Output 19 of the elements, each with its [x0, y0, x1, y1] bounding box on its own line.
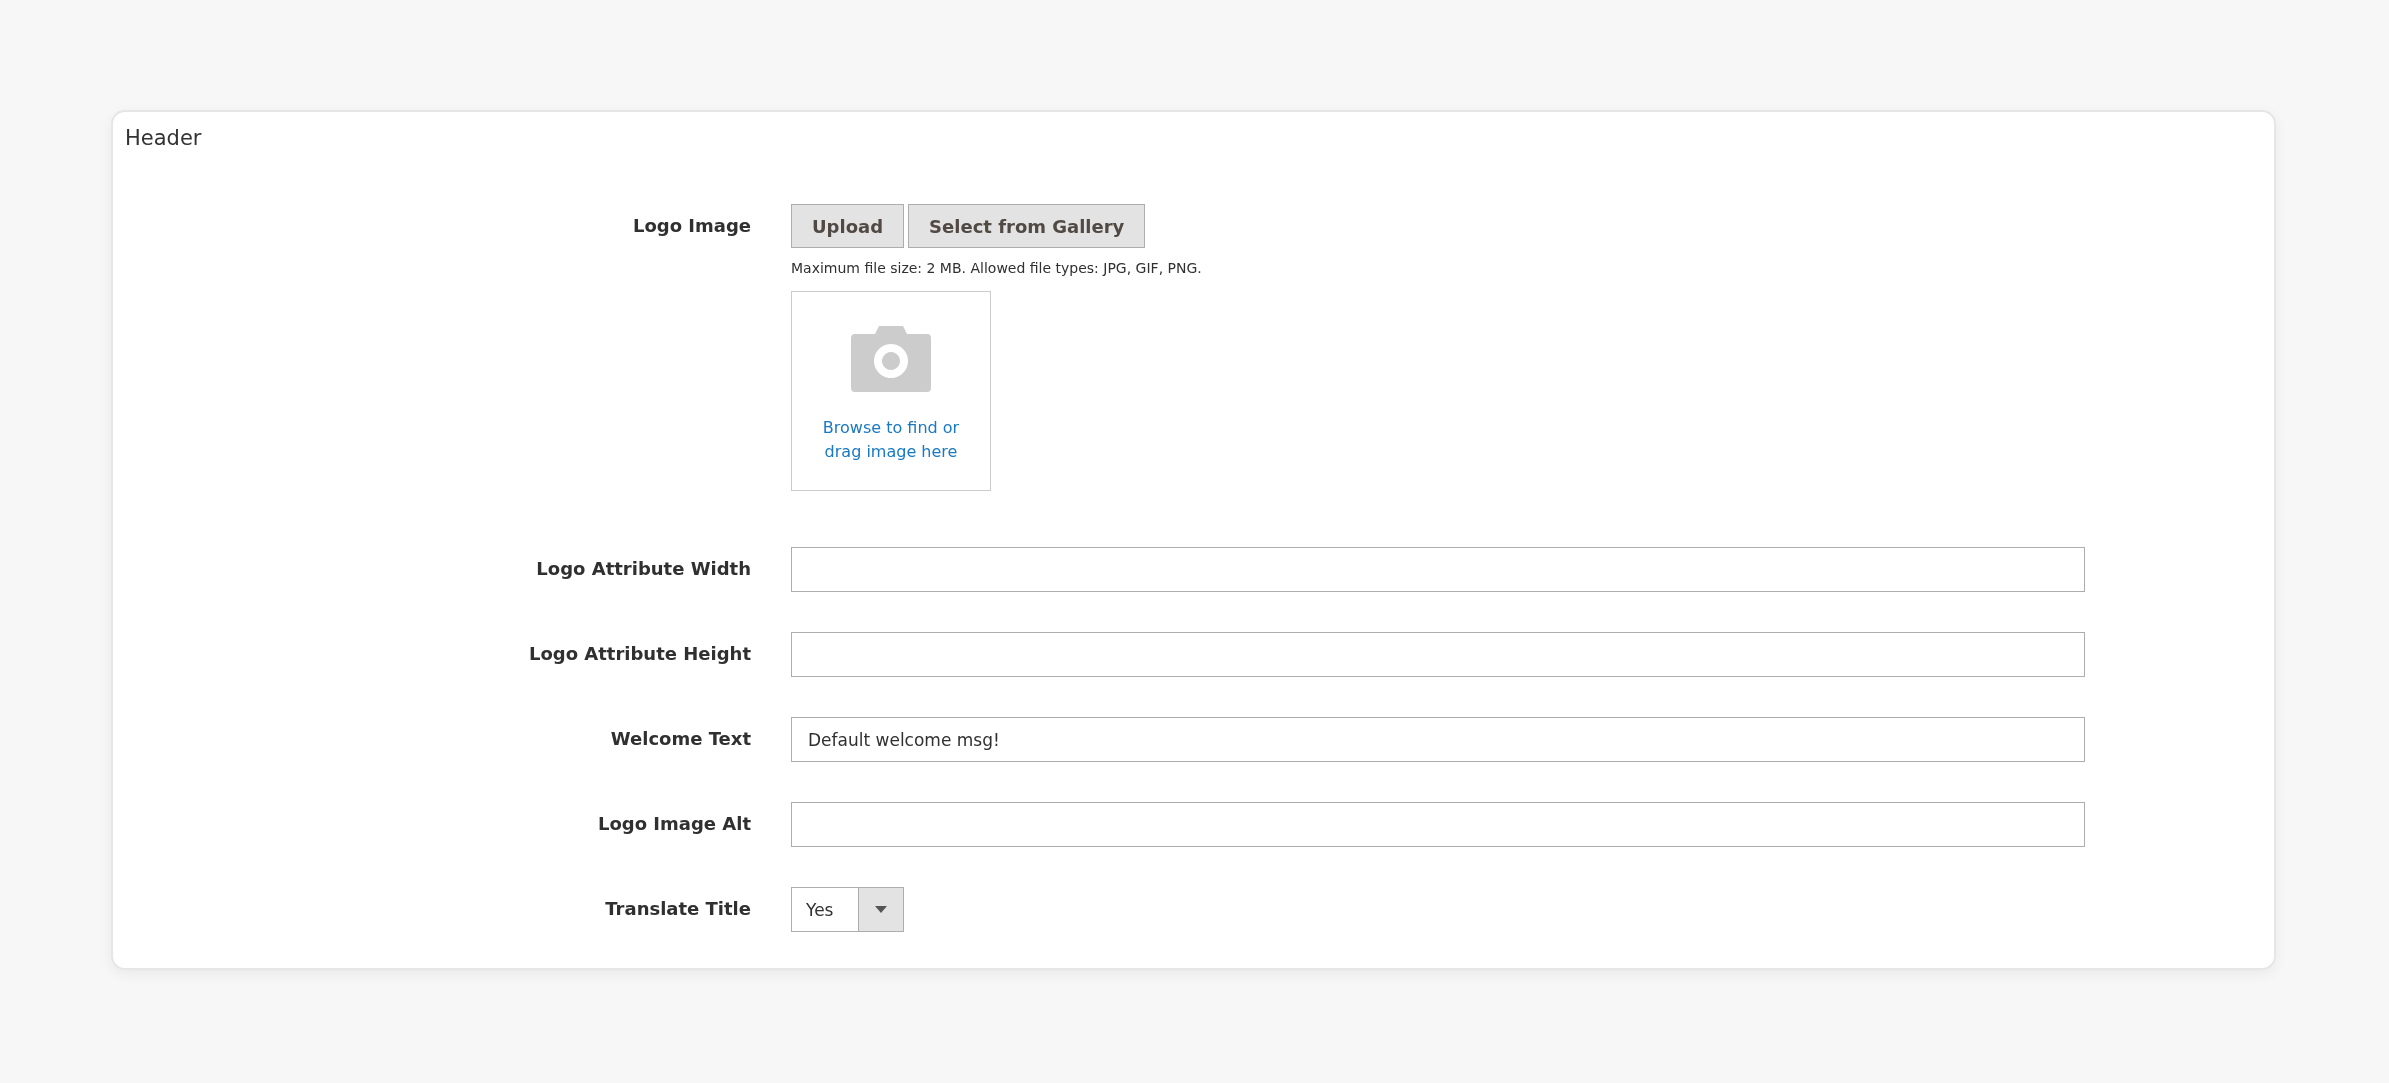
- text-field[interactable]: Default welcome msg!: [791, 717, 2085, 762]
- file-size-note: Maximum file size: 2 MB. Allowed file types: JPG, GIF, PNG.: [791, 260, 1203, 276]
- upload-button[interactable]: Upload: [791, 204, 905, 248]
- field-label: Logo Attribute Width: [536, 557, 751, 581]
- camera-icon: [851, 326, 931, 392]
- browse-link[interactable]: Browse to find or drag image here: [816, 416, 966, 464]
- field-label: Logo Image: [632, 214, 751, 238]
- caret-icon: [875, 905, 887, 914]
- text-field[interactable]: [791, 632, 2085, 677]
- dropdown-select[interactable]: Yes: [791, 887, 904, 932]
- field-label: Translate Title: [605, 897, 751, 921]
- field-label: Logo Attribute Height: [528, 642, 751, 666]
- section-title: Header: [125, 126, 202, 150]
- text-field[interactable]: [791, 802, 2085, 847]
- text-field[interactable]: [791, 547, 2085, 592]
- field-label: Welcome Text: [610, 727, 751, 751]
- upload-button[interactable]: Select from Gallery: [908, 204, 1146, 248]
- image-dropzone[interactable]: Browse to find or drag image here: [791, 291, 991, 491]
- field-label: Logo Image Alt: [597, 812, 751, 836]
